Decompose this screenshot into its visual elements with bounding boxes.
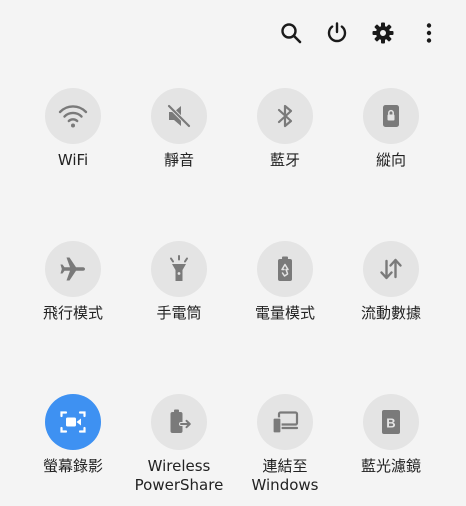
tile-wireless-powershare[interactable]: Wireless PowerShare — [124, 394, 234, 495]
search-icon — [281, 23, 302, 44]
tile-screen-recorder[interactable]: 螢幕錄影 — [18, 394, 128, 476]
tile-battery-mode-button[interactable] — [257, 241, 313, 297]
tile-airplane-mode-button[interactable] — [45, 241, 101, 297]
tile-label: 連結至 Windows — [251, 457, 319, 494]
search-button[interactable] — [268, 14, 314, 52]
svg-text:B: B — [386, 416, 395, 431]
tile-portrait-button[interactable] — [363, 88, 419, 144]
battery-saver-icon — [278, 256, 292, 281]
tile-link-to-windows[interactable]: 連結至 Windows — [230, 394, 340, 495]
tile-blue-light-filter[interactable]: B 藍光濾鏡 — [336, 394, 446, 476]
tile-label: 流動數據 — [360, 304, 421, 322]
mute-icon — [166, 103, 192, 129]
quick-panel-toolbar — [268, 14, 452, 52]
more-options-button[interactable] — [406, 14, 452, 52]
tile-flashlight[interactable]: 手電筒 — [124, 241, 234, 323]
mobile-data-icon — [380, 258, 402, 280]
tile-wireless-powershare-button[interactable] — [151, 394, 207, 450]
more-vert-icon — [426, 23, 432, 43]
tile-wifi-button[interactable] — [45, 88, 101, 144]
tile-bluetooth-button[interactable] — [257, 88, 313, 144]
wireless-powershare-icon — [170, 409, 192, 433]
settings-button[interactable] — [360, 14, 406, 52]
link-to-windows-icon — [272, 411, 299, 434]
tile-link-to-windows-button[interactable] — [257, 394, 313, 450]
wifi-icon — [58, 105, 88, 128]
tile-label: 手電筒 — [156, 304, 202, 322]
tile-label: Wireless PowerShare — [134, 457, 224, 494]
tile-blue-light-filter-button[interactable]: B — [363, 394, 419, 450]
tile-label: 靜音 — [163, 151, 194, 169]
tile-mute[interactable]: 靜音 — [124, 88, 234, 170]
airplane-icon — [60, 257, 85, 281]
tile-airplane-mode[interactable]: 飛行模式 — [18, 241, 128, 323]
tile-portrait[interactable]: 縱向 — [336, 88, 446, 170]
tile-label: 電量模式 — [254, 304, 315, 322]
portrait-lock-icon — [383, 105, 399, 127]
tile-wifi[interactable]: WiFi — [18, 88, 128, 170]
tile-battery-mode[interactable]: 電量模式 — [230, 241, 340, 323]
tile-label: 飛行模式 — [42, 304, 103, 322]
tile-flashlight-button[interactable] — [151, 241, 207, 297]
tile-label: 藍光濾鏡 — [360, 457, 421, 475]
blue-light-filter-icon: B — [382, 410, 400, 434]
tile-bluetooth[interactable]: 藍牙 — [230, 88, 340, 170]
bluetooth-icon — [277, 104, 293, 128]
tile-label: 縱向 — [375, 151, 406, 169]
tile-label: WiFi — [57, 151, 89, 169]
tile-mobile-data[interactable]: 流動數據 — [336, 241, 446, 323]
tile-screen-recorder-button[interactable] — [45, 394, 101, 450]
tile-mobile-data-button[interactable] — [363, 241, 419, 297]
tile-label: 藍牙 — [269, 151, 300, 169]
tile-label: 螢幕錄影 — [42, 457, 103, 475]
power-icon — [327, 22, 347, 43]
tile-mute-button[interactable] — [151, 88, 207, 144]
flashlight-icon — [170, 255, 188, 281]
power-button[interactable] — [314, 14, 360, 52]
screen-recorder-icon — [60, 411, 86, 433]
gear-icon — [372, 22, 394, 44]
